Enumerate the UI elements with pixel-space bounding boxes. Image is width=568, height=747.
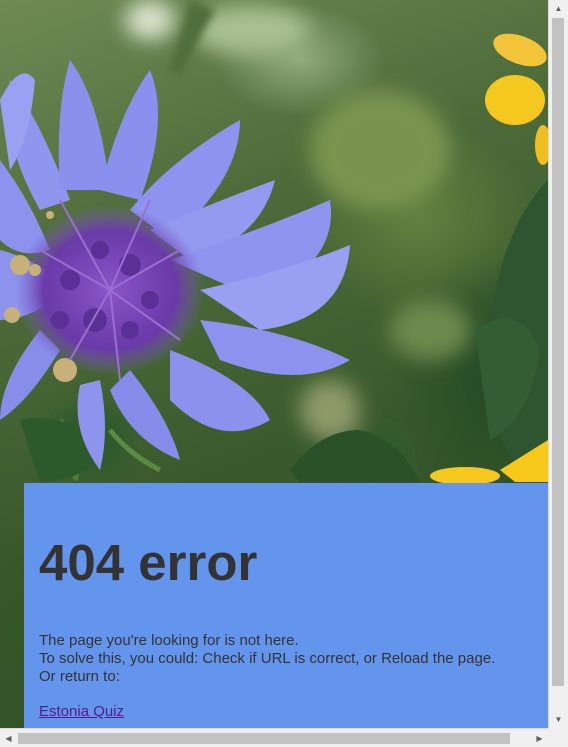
horizontal-scrollbar[interactable]: ◀ ▶ [0, 728, 548, 747]
home-link[interactable]: Estonia Quiz [39, 703, 124, 721]
error-panel: 404 error The page you're looking for is… [24, 483, 548, 728]
up-arrow-icon[interactable]: ▲ [549, 0, 568, 17]
error-message-line1: The page you're looking for is not here. [39, 632, 299, 649]
down-arrow-icon[interactable]: ▼ [549, 711, 568, 728]
scrollbar-corner [548, 728, 568, 747]
error-title: 404 error [39, 534, 258, 591]
left-arrow-icon[interactable]: ◀ [0, 729, 17, 747]
right-arrow-icon[interactable]: ▶ [531, 729, 548, 747]
error-message: The page you're looking for is not here.… [39, 632, 544, 686]
error-message-line2: To solve this, you could: Check if URL i… [39, 650, 496, 667]
browser-viewport: 404 error The page you're looking for is… [0, 0, 568, 747]
vertical-scrollbar[interactable]: ▲ ▼ [548, 0, 568, 728]
error-message-line3: Or return to: [39, 668, 120, 685]
vertical-scroll-thumb[interactable] [552, 18, 564, 686]
horizontal-scroll-thumb[interactable] [18, 733, 510, 744]
